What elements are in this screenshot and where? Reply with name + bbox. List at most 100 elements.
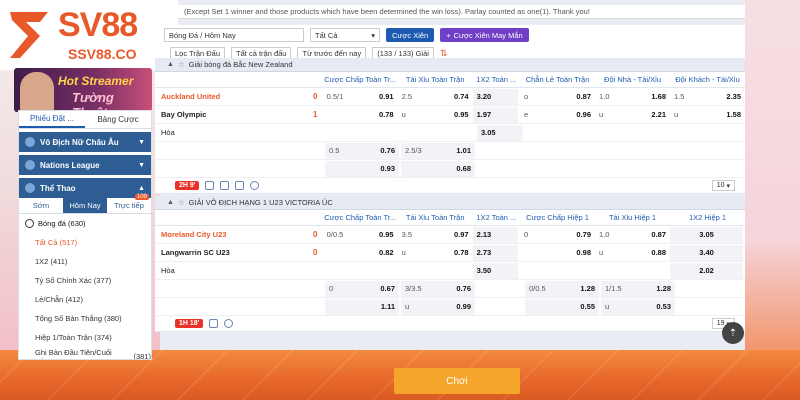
odds-cell[interactable]: 2.5 0.74 xyxy=(398,89,473,105)
refresh-icon[interactable] xyxy=(224,319,234,328)
streamer-banner[interactable]: Hot Streamer Tường Thuật xyxy=(14,68,152,112)
section-nations-league[interactable]: Nations League ▼ xyxy=(19,155,151,175)
odds-cell[interactable]: 0.93 xyxy=(325,160,401,177)
odds-cell[interactable]: 1.0 0.87 xyxy=(595,227,670,243)
league-header[interactable]: ▲ ☆ GIẢI VÔ ĐỊCH HẠNG 1 U23 VICTORIA ÚC xyxy=(155,196,745,210)
odds-cell[interactable]: u 0.95 xyxy=(398,107,473,123)
item-label: Tất Cả xyxy=(35,238,58,247)
panel-tabs: Phiếu Đặt ... Bảng Cược xyxy=(19,111,151,129)
odds-cell[interactable]: 3.05 xyxy=(670,226,746,243)
col-header: 1X2 Toàn ... xyxy=(476,75,517,84)
away-team: Bay Olympic xyxy=(161,110,207,119)
odds-cell[interactable]: 0/0.5 1.28 xyxy=(525,280,601,297)
tab-today[interactable]: Hôm Nay xyxy=(63,198,107,213)
odds-cell[interactable]: 0.78 xyxy=(323,107,398,123)
odds-cell[interactable]: 2.5/3 1.01 xyxy=(401,142,477,159)
odds-cell[interactable]: 0.55 xyxy=(525,298,601,315)
lucky-parlay-button[interactable]: + Cược Xiên May Mắn xyxy=(440,28,529,42)
list-item-correct-score[interactable]: Tỷ Số Chính Xác (377) xyxy=(19,271,151,290)
parlay-button[interactable]: Cược Xiên xyxy=(386,28,435,42)
match-footer: 1H 18' 19 ▾ xyxy=(155,316,745,332)
chevron-up-icon: ▲ xyxy=(167,199,174,206)
list-item-half-full[interactable]: Hiệp 1/Toàn Trận (374) xyxy=(19,328,151,347)
odds-cell[interactable]: u 1.58 xyxy=(670,107,745,123)
odds-cell[interactable]: 1.0 1.68 xyxy=(595,89,670,105)
odds-cell[interactable]: 1.5 2.35 xyxy=(670,89,745,105)
star-icon[interactable]: ☆ xyxy=(178,198,185,207)
announcement-text: (Except Set 1 winner and those products … xyxy=(178,5,745,19)
col-header: Tài Xỉu Toàn Trận xyxy=(405,213,465,222)
item-label: Ghi Bàn Đầu Tiên/Cuối Cùng xyxy=(35,347,112,360)
odds-cell[interactable]: 0/0.5 0.95 xyxy=(323,227,398,243)
list-item-odd-even[interactable]: Lẻ/Chẵn (412) xyxy=(19,290,151,309)
col-header: Chẵn Lẻ Toàn Trận xyxy=(525,75,590,84)
pager-value: 10 xyxy=(716,182,725,189)
match-row-draw: Hòa 3.05 xyxy=(155,124,745,142)
odds-cell[interactable]: 0.68 xyxy=(401,160,477,177)
odds-cell[interactable]: 0 0.79 xyxy=(520,227,595,243)
tab-bet-list[interactable]: Bảng Cược xyxy=(85,111,151,128)
odds-cell[interactable]: 3.5 0.97 xyxy=(398,227,473,243)
odds-cell[interactable]: 2.13 xyxy=(472,226,521,243)
scoreboard-icon[interactable] xyxy=(235,181,245,190)
chevron-down-icon: ▼ xyxy=(138,138,145,146)
section-sports[interactable]: Thể Thao ▲ xyxy=(19,178,151,198)
tab-live[interactable]: Trực tiếp 109 xyxy=(107,194,151,213)
odds-cell[interactable]: o 0.87 xyxy=(520,89,595,105)
star-icon[interactable]: ☆ xyxy=(178,60,185,69)
odds-cell[interactable]: 0.82 xyxy=(323,245,398,261)
refresh-icon[interactable] xyxy=(250,181,260,190)
odds-cell[interactable]: e 0.96 xyxy=(520,107,595,123)
list-item-football[interactable]: Bóng đá (630) xyxy=(19,214,151,233)
plus-icon: + xyxy=(446,30,451,40)
league-header[interactable]: ▲ ☆ Giải bóng đá Bắc New Zealand xyxy=(155,58,745,72)
stats-icon[interactable] xyxy=(209,319,219,328)
odds-cell[interactable]: u 0.78 xyxy=(398,245,473,261)
item-label: Tỷ Số Chính Xác xyxy=(35,276,92,285)
more-markets-select[interactable]: 10 ▾ xyxy=(711,180,735,191)
odds-cell[interactable]: 3.20 xyxy=(472,88,521,105)
alt-line-row: 0 0.67 3/3.5 0.76 0/0.5 1.28 1/1.5 1.28 xyxy=(155,280,745,298)
list-item-first-last-goal[interactable]: Ghi Bàn Đầu Tiên/Cuối Cùng (381) xyxy=(19,347,151,360)
odds-cell[interactable]: u 0.99 xyxy=(401,298,477,315)
brand-logo[interactable]: SV88 SSV88.CO xyxy=(0,0,178,70)
col-header: Đội Khách - Tài/Xỉu xyxy=(675,75,740,84)
list-item-total-goals[interactable]: Tổng Số Bàn Thắng (380) xyxy=(19,309,151,328)
odds-cell[interactable]: 3.40 xyxy=(670,244,746,261)
tab-bet-slip[interactable]: Phiếu Đặt ... xyxy=(19,111,85,128)
scroll-to-top-icon[interactable]: ⇡ xyxy=(722,322,744,344)
tab-early[interactable]: Sớm xyxy=(19,198,63,213)
alt-line-row: 0.5 0.76 2.5/3 1.01 xyxy=(155,142,745,160)
stats-icon[interactable] xyxy=(205,181,215,190)
list-item-1x2[interactable]: 1X2 (411) xyxy=(19,252,151,271)
odds-cell[interactable]: 2.02 xyxy=(670,262,746,279)
section-label: Nations League xyxy=(40,160,100,170)
item-count: (412) xyxy=(65,295,83,304)
odds-cell[interactable]: 1.97 xyxy=(472,106,521,123)
list-item-all[interactable]: Tất Cả (517) xyxy=(19,233,151,252)
odds-cell[interactable]: 3.05 xyxy=(477,124,525,141)
trophy-icon xyxy=(25,160,35,170)
odds-cell[interactable]: 2.73 xyxy=(472,244,521,261)
sport-date-select[interactable]: Bóng Đá / Hôm Nay xyxy=(164,28,304,42)
odds-cell[interactable]: u 0.88 xyxy=(595,245,670,261)
item-count: (411) xyxy=(50,257,68,266)
market-select[interactable]: Tất Cả ▾ xyxy=(310,28,380,42)
col-header: Cược Chấp Toàn Tr... xyxy=(324,75,397,84)
odds-cell[interactable]: 0.98 xyxy=(520,245,595,261)
odds-cell[interactable]: 0.5/1 0.91 xyxy=(323,89,398,105)
odds-cell[interactable]: u 2.21 xyxy=(595,107,670,123)
section-euro-women[interactable]: Vô Địch Nữ Châu Âu ▼ xyxy=(19,132,151,152)
odds-cell[interactable]: 1.11 xyxy=(325,298,401,315)
odds-cell[interactable]: 0.5 0.76 xyxy=(325,142,401,159)
odds-cell[interactable]: 0 0.67 xyxy=(325,280,401,297)
odds-cell[interactable]: u 0.53 xyxy=(601,298,677,315)
home-team: Auckland United xyxy=(161,92,221,101)
table-icon[interactable] xyxy=(220,181,230,190)
odds-cell[interactable]: 3.50 xyxy=(472,262,521,279)
odds-cell[interactable]: 1/1.5 1.28 xyxy=(601,280,677,297)
play-button[interactable]: Chơi xyxy=(394,368,520,394)
col-header: Tài Xỉu Toàn Trận xyxy=(405,75,465,84)
live-time-badge: 1H 18' xyxy=(175,319,204,328)
odds-cell[interactable]: 3/3.5 0.76 xyxy=(401,280,477,297)
